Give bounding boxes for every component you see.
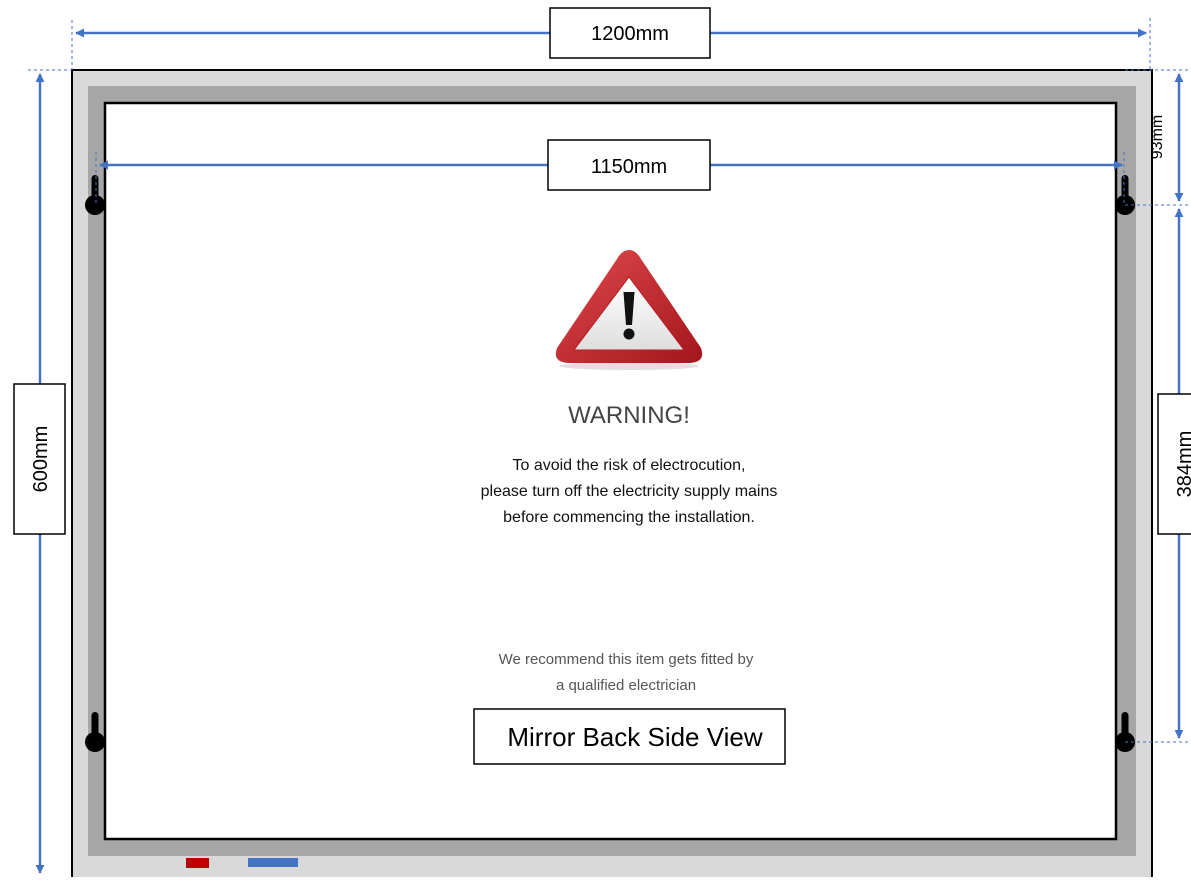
- hole-spacing-dimension: 384mm: [1157, 208, 1191, 739]
- hole-spacing-label: 384mm: [1174, 431, 1191, 498]
- warning-title: WARNING!: [568, 402, 690, 429]
- overall-width-label: 1200mm: [591, 23, 669, 45]
- warning-line-2: please turn off the electricity supply m…: [481, 483, 778, 500]
- inner-width-label: 1150mm: [591, 156, 667, 178]
- warning-line-1: To avoid the risk of electrocution,: [512, 457, 745, 474]
- overall-width-dimension: 1200mm: [75, 7, 1147, 59]
- red-wire: [186, 858, 209, 868]
- overall-height-dimension: 600mm: [13, 73, 66, 874]
- mirror-back-diagram: 1200mm 1150mm 600mm 93mm 384mm WARNING! …: [13, 7, 1191, 881]
- view-label-box: Mirror Back Side View: [473, 708, 786, 765]
- recommendation-line-1: We recommend this item gets fitted by: [499, 651, 754, 668]
- top-offset-label: 93mm: [1149, 115, 1166, 159]
- view-label: Mirror Back Side View: [507, 722, 762, 752]
- recommendation-line-2: a qualified electrician: [556, 677, 696, 694]
- overall-height-label: 600mm: [30, 426, 52, 493]
- warning-line-3: before commencing the installation.: [503, 509, 755, 526]
- blue-wire: [248, 858, 298, 867]
- top-offset-dimension: 93mm: [1149, 73, 1184, 202]
